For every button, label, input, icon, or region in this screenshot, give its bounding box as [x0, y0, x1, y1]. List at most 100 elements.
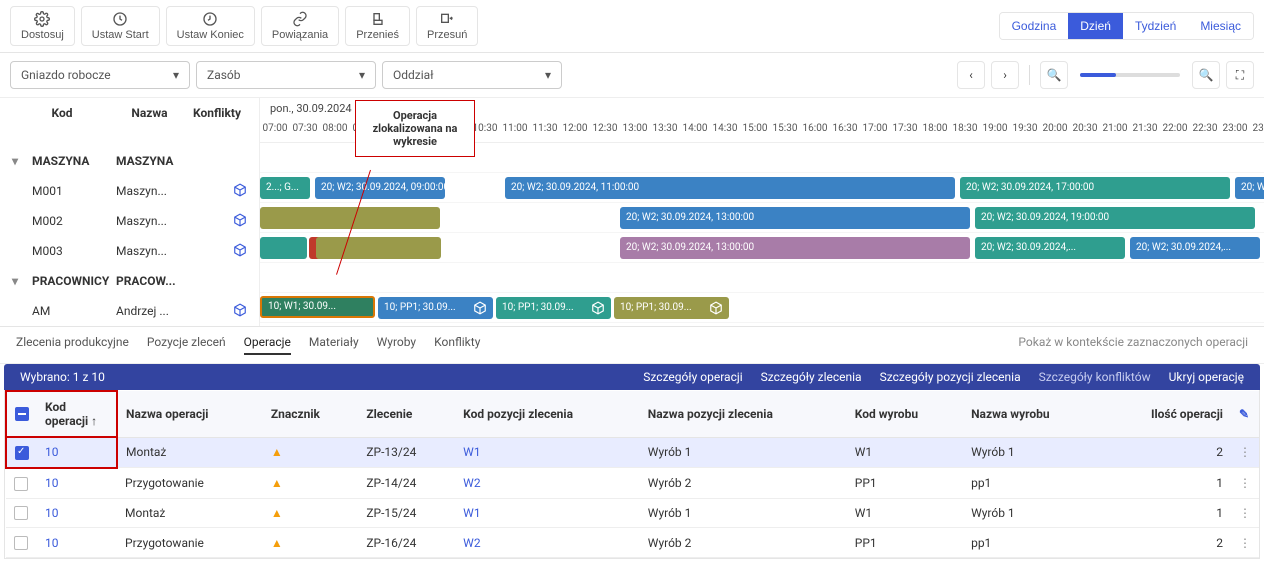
tab-products[interactable]: Wyroby [377, 335, 416, 355]
row-checkbox[interactable] [14, 536, 28, 550]
view-hour[interactable]: Godzina [1000, 13, 1069, 39]
hour-cell: 07:00 [260, 115, 290, 142]
op-details-button[interactable]: Szczegóły operacji [643, 370, 742, 384]
customize-button[interactable]: Dostosuj [10, 6, 75, 46]
move-button[interactable]: Przenieś [345, 6, 410, 46]
gantt-bar[interactable]: 10; W1; 30.09... [260, 296, 375, 318]
th-item-code[interactable]: Kod pozycji zlecenia [455, 391, 640, 437]
th-marker[interactable]: Znacznik [263, 391, 359, 437]
item-code-link[interactable]: W1 [463, 445, 480, 459]
th-op-name[interactable]: Nazwa operacji [117, 391, 263, 437]
hide-op-button[interactable]: Ukryj operację [1169, 370, 1244, 384]
divider [1029, 65, 1030, 85]
set-start-button[interactable]: Ustaw Start [81, 6, 160, 46]
table-row[interactable]: 10 Przygotowanie ▲ ZP-16/24 W2 Wyrób 2 P… [6, 528, 1259, 558]
row-checkbox[interactable] [15, 446, 29, 460]
dept-dropdown[interactable]: Oddział ▾ [382, 61, 562, 89]
annotation-box: Operacja zlokalizowana na wykresie [355, 100, 475, 157]
zoom-in-button[interactable]: 🔍 [1192, 61, 1220, 89]
th-prod-name[interactable]: Nazwa wyrobu [963, 391, 1102, 437]
workcenter-dropdown[interactable]: Gniazdo robocze ▾ [10, 61, 190, 89]
op-code-link[interactable]: 10 [45, 506, 59, 520]
resource-row[interactable]: M001Maszyn... [0, 176, 259, 206]
group-name: MASZYNA [116, 154, 247, 168]
view-day[interactable]: Dzień [1068, 13, 1123, 39]
item-details-button[interactable]: Szczegóły pozycji zlecenia [880, 370, 1021, 384]
gantt-bar[interactable]: 20; W2; 30.09.2024 [1235, 177, 1264, 199]
op-code-link[interactable]: 10 [45, 536, 59, 550]
resource-group[interactable]: ▾PRACOWNICYPRACOW... [0, 266, 259, 296]
zoom-out-button[interactable]: 🔍 [1040, 61, 1068, 89]
th-op-count[interactable]: Ilość operacji [1151, 407, 1223, 421]
prod-name-cell: Wyrób 1 [963, 498, 1102, 528]
gantt-bar[interactable] [260, 207, 440, 229]
row-menu-button[interactable]: ⋮ [1239, 536, 1251, 550]
bar-label: 10; PP1; 30.09... [620, 297, 692, 319]
tab-operations[interactable]: Operacje [244, 335, 291, 355]
gantt-bar[interactable]: 20; W2; 30.09.2024, 11:00:00 [505, 177, 955, 199]
th-order[interactable]: Zlecenie [358, 391, 455, 437]
th-op-code[interactable]: Kod operacji [45, 400, 88, 428]
resource-row[interactable]: M003Maszyn... [0, 236, 259, 266]
order-details-button[interactable]: Szczegóły zlecenia [761, 370, 862, 384]
hour-cell: 23:30 [1250, 115, 1264, 142]
tab-orders[interactable]: Zlecenia produkcyjne [16, 335, 129, 355]
th-prod-code[interactable]: Kod wyrobu [847, 391, 963, 437]
bar-label: 20; W2; 30.09.2024, 19:00:00 [981, 207, 1109, 229]
tab-materials[interactable]: Materiały [309, 335, 359, 355]
resource-dropdown[interactable]: Zasób ▾ [196, 61, 376, 89]
view-week[interactable]: Tydzień [1123, 13, 1188, 39]
move-icon [370, 11, 386, 27]
resource-row[interactable]: M002Maszyn... [0, 206, 259, 236]
shift-button[interactable]: Przesuń [416, 6, 478, 46]
edit-columns-icon[interactable]: ✎ [1239, 407, 1249, 421]
item-code-link[interactable]: W2 [463, 536, 480, 550]
bar-label: 2...; G... [266, 177, 299, 199]
fullscreen-button[interactable]: ⛶ [1226, 61, 1254, 89]
gantt-bar[interactable] [316, 237, 441, 259]
gantt-resource-list: Kod Nazwa Konflikty ▾MASZYNAMASZYNAM001M… [0, 98, 260, 326]
chevron-left-icon: ‹ [969, 68, 973, 82]
gantt-bar[interactable]: 2...; G... [260, 177, 310, 199]
tab-conflicts[interactable]: Konflikty [434, 335, 480, 355]
prev-button[interactable]: ‹ [957, 61, 985, 89]
conflict-details-button[interactable]: Szczegóły konfliktów [1039, 370, 1151, 384]
gantt-bar[interactable]: 20; W2; 30.09.2024,... [1130, 237, 1260, 259]
table-row[interactable]: 10 Przygotowanie ▲ ZP-14/24 W2 Wyrób 2 P… [6, 468, 1259, 498]
next-button[interactable]: › [991, 61, 1019, 89]
op-code-link[interactable]: 10 [45, 476, 59, 490]
table-row[interactable]: 10 Montaż ▲ ZP-13/24 W1 Wyrób 1 W1 Wyrób… [6, 437, 1259, 468]
gantt-bar[interactable]: 20; W2; 30.09.2024, 09:00:00 [315, 177, 445, 199]
set-end-button[interactable]: Ustaw Koniec [166, 6, 255, 46]
links-button[interactable]: Powiązania [261, 6, 339, 46]
select-all-checkbox[interactable] [15, 407, 29, 421]
selection-bar: Wybrano: 1 z 10 Szczegóły operacji Szcze… [4, 364, 1260, 390]
hour-cell: 21:00 [1100, 115, 1130, 142]
gantt-bar[interactable]: 20; W2; 30.09.2024, 19:00:00 [975, 207, 1255, 229]
row-checkbox[interactable] [14, 506, 28, 520]
view-month[interactable]: Miesiąc [1188, 13, 1253, 39]
row-menu-button[interactable]: ⋮ [1239, 445, 1251, 459]
resource-row[interactable]: AMAndrzej ... [0, 296, 259, 326]
item-code-link[interactable]: W2 [463, 476, 480, 490]
gantt-bar[interactable]: 10; PP1; 30.09... [378, 297, 493, 319]
gantt-bar[interactable]: 20; W2; 30.09.2024, 13:00:00 [620, 237, 970, 259]
resource-group[interactable]: ▾MASZYNAMASZYNA [0, 146, 259, 176]
table-row[interactable]: 10 Montaż ▲ ZP-15/24 W1 Wyrób 1 W1 Wyrób… [6, 498, 1259, 528]
th-item-name[interactable]: Nazwa pozycji zlecenia [640, 391, 847, 437]
gantt-bar[interactable]: 20; W2; 30.09.2024, 13:00:00 [620, 207, 970, 229]
gantt-bar[interactable]: 20; W2; 30.09.2024,... [975, 237, 1125, 259]
gantt-bar[interactable]: 10; PP1; 30.09... [614, 297, 729, 319]
op-name-cell: Przygotowanie [117, 468, 263, 498]
gantt-bar[interactable]: 20; W2; 30.09.2024, 17:00:00 [960, 177, 1230, 199]
gantt-bar[interactable] [260, 237, 307, 259]
row-menu-button[interactable]: ⋮ [1239, 506, 1251, 520]
item-name-cell: Wyrób 2 [640, 528, 847, 558]
row-menu-button[interactable]: ⋮ [1239, 476, 1251, 490]
zoom-slider[interactable] [1080, 73, 1180, 77]
op-code-link[interactable]: 10 [45, 445, 59, 459]
item-code-link[interactable]: W1 [463, 506, 480, 520]
tab-order-items[interactable]: Pozycje zleceń [147, 335, 226, 355]
row-checkbox[interactable] [14, 477, 28, 491]
gantt-bar[interactable]: 10; PP1; 30.09... [496, 297, 611, 319]
